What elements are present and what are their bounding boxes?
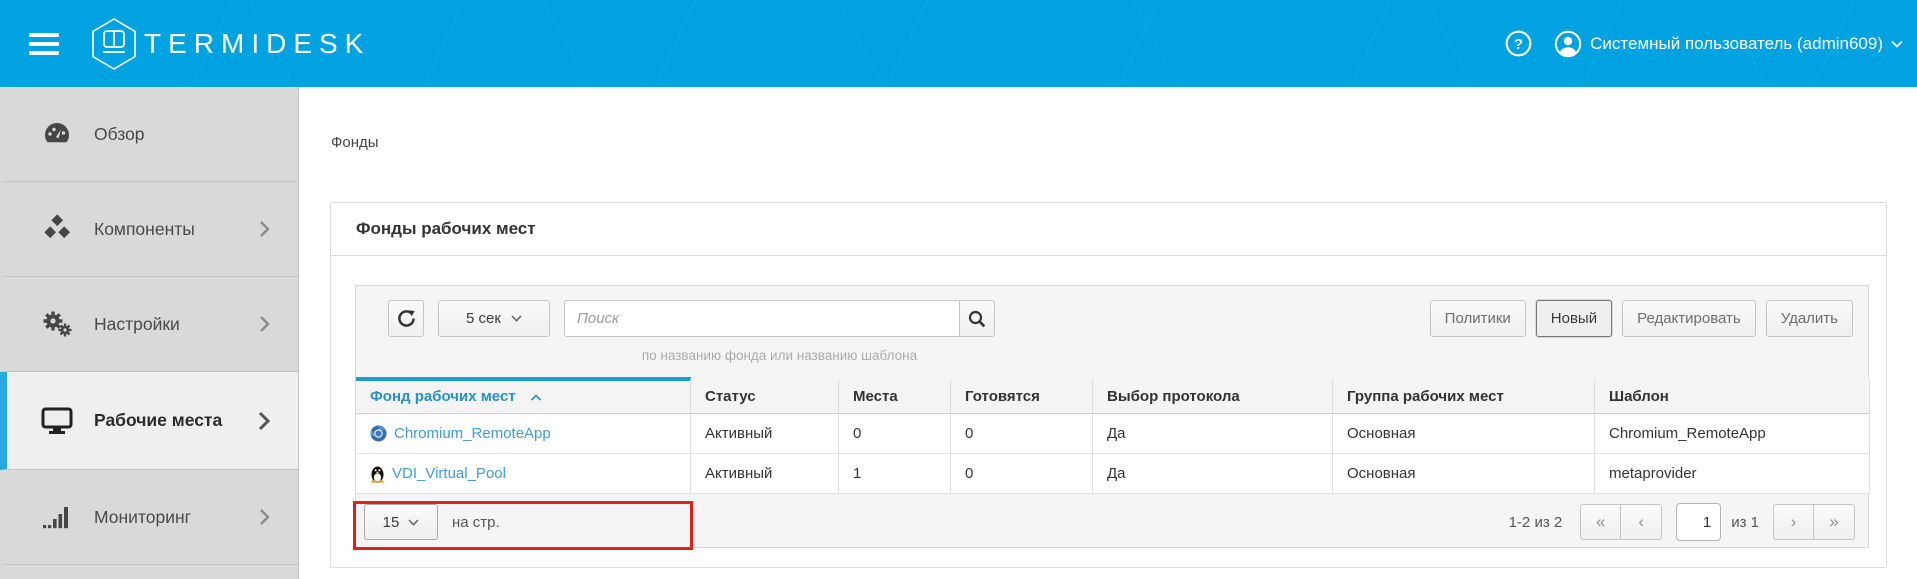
bar-chart-icon [40, 504, 74, 530]
action-buttons: Политики Новый Редактировать Удалить [1430, 300, 1853, 337]
termidesk-logo-icon [90, 17, 138, 71]
table-cell-preparing: 0 [951, 454, 1093, 494]
search-input[interactable] [564, 300, 959, 337]
page-total-label: из 1 [1731, 514, 1759, 531]
table-cell-seats: 1 [839, 454, 951, 494]
gauge-icon [40, 120, 74, 148]
table-cell-template: Chromium_RemoteApp [1595, 414, 1870, 454]
svg-text:?: ? [1514, 36, 1523, 53]
pagination-forward-group: › » [1773, 504, 1855, 540]
refresh-interval-value: 5 сек [466, 310, 501, 327]
prev-page-button[interactable]: ‹ [1621, 504, 1662, 540]
page-size-select[interactable]: 15 [364, 504, 438, 540]
pools-table: Фонд рабочих мест Статус Места Готовятся… [356, 377, 1870, 494]
sort-asc-icon [530, 394, 542, 401]
chevron-right-icon [259, 508, 270, 526]
brand-wordmark: TERMIDESK [144, 28, 370, 60]
tux-icon [370, 465, 385, 483]
monitor-icon [40, 407, 74, 435]
sidebar-item-components[interactable]: Компоненты [0, 182, 298, 277]
gears-icon [40, 309, 74, 339]
first-page-button[interactable]: « [1580, 504, 1621, 540]
search-button[interactable] [959, 300, 995, 337]
table-row-cell-pool: VDI_Virtual_Pool [356, 454, 691, 494]
table-row-cell-pool: Chromium_RemoteApp [356, 414, 691, 454]
search-icon [968, 310, 986, 328]
chromium-icon [370, 425, 387, 442]
last-page-button[interactable]: » [1814, 504, 1855, 540]
sidebar-item-workplaces[interactable]: Рабочие места [0, 372, 298, 470]
table-cell-preparing: 0 [951, 414, 1093, 454]
sidebar-item-label: Мониторинг [94, 507, 191, 528]
table-cell-group: Основная [1333, 414, 1595, 454]
sidebar-item-overview[interactable]: Обзор [0, 87, 298, 182]
chevron-right-icon [259, 315, 270, 333]
chevron-right-icon [258, 411, 270, 431]
column-header-label: Фонд рабочих мест [370, 388, 516, 405]
new-button[interactable]: Новый [1536, 300, 1612, 337]
table-cell-status: Активный [691, 414, 839, 454]
delete-button[interactable]: Удалить [1766, 300, 1853, 337]
refresh-button[interactable] [388, 300, 424, 337]
column-header-group[interactable]: Группа рабочих мест [1333, 377, 1595, 414]
column-header-seats[interactable]: Места [839, 377, 951, 414]
search-group [564, 300, 995, 337]
page-number-input[interactable] [1676, 503, 1721, 541]
pools-toolbar-and-table: 5 сек Политики Новый Редактировать [355, 285, 1869, 548]
refresh-icon [397, 309, 416, 328]
column-header-template[interactable]: Шаблон [1595, 377, 1870, 414]
user-circle-icon [1554, 30, 1582, 58]
sidebar-item-monitoring[interactable]: Мониторинг [0, 470, 298, 565]
chevron-right-icon [259, 220, 270, 238]
sidebar: Обзор Компоненты [0, 87, 299, 579]
chevron-down-icon [511, 315, 522, 322]
pool-link[interactable]: Chromium_RemoteApp [394, 414, 551, 453]
chevron-down-icon [1891, 40, 1903, 48]
hamburger-icon[interactable] [29, 33, 59, 55]
sidebar-item-label: Компоненты [94, 219, 195, 240]
pool-link[interactable]: VDI_Virtual_Pool [392, 454, 506, 493]
topbar: TERMIDESK ? Системный пользователь (admi… [0, 0, 1917, 87]
table-cell-template: metaprovider [1595, 454, 1870, 494]
column-header-status[interactable]: Статус [691, 377, 839, 414]
page-size-value: 15 [383, 514, 400, 531]
table-cell-protocol: Да [1093, 414, 1333, 454]
range-label: 1-2 из 2 [1509, 514, 1563, 531]
user-name: Системный пользователь (admin609) [1590, 34, 1883, 54]
table-cell-group: Основная [1333, 454, 1595, 494]
column-header-pool[interactable]: Фонд рабочих мест [356, 377, 691, 414]
column-header-preparing[interactable]: Готовятся [951, 377, 1093, 414]
page-size-suffix: на стр. [452, 514, 500, 531]
policies-button[interactable]: Политики [1430, 300, 1526, 337]
user-menu[interactable]: Системный пользователь (admin609) [1554, 30, 1903, 58]
cubes-icon [40, 214, 74, 244]
pools-panel: Фонды рабочих мест 5 сек [330, 202, 1887, 568]
panel-header: Фонды рабочих мест [331, 203, 1886, 256]
pagination-back-group: « ‹ [1580, 504, 1662, 540]
pagination: 1-2 из 2 « ‹ из 1 › » [1509, 503, 1855, 541]
edit-button[interactable]: Редактировать [1622, 300, 1756, 337]
sidebar-item-label: Настройки [94, 314, 180, 335]
sidebar-item-label: Рабочие места [94, 410, 222, 431]
column-header-protocol[interactable]: Выбор протокола [1093, 377, 1333, 414]
page-size-area: 15 на стр. [364, 504, 500, 540]
next-page-button[interactable]: › [1773, 504, 1814, 540]
sidebar-item-label: Обзор [94, 124, 145, 145]
page-title: Фонды рабочих мест [356, 219, 536, 239]
toolbar: 5 сек Политики Новый Редактировать [388, 300, 1853, 337]
table-cell-seats: 0 [839, 414, 951, 454]
help-circle-icon[interactable]: ? [1505, 30, 1532, 57]
table-cell-status: Активный [691, 454, 839, 494]
sidebar-item-settings[interactable]: Настройки [0, 277, 298, 372]
chevron-down-icon [408, 519, 419, 526]
refresh-interval-select[interactable]: 5 сек [438, 300, 550, 337]
breadcrumb: Фонды [331, 134, 379, 151]
table-cell-protocol: Да [1093, 454, 1333, 494]
search-hint: по названию фонда или названию шаблона [564, 348, 995, 363]
